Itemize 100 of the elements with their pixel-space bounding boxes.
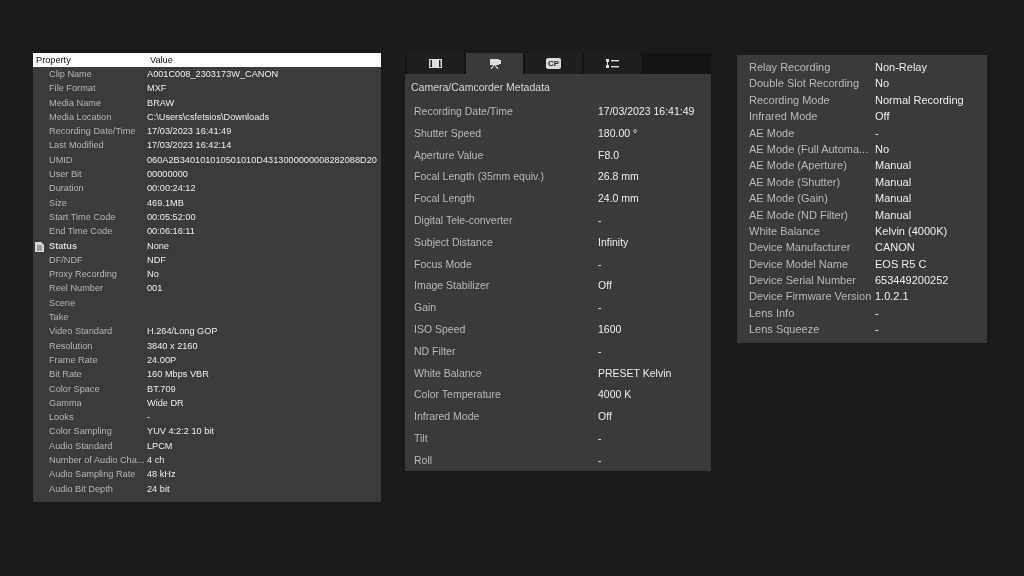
tab[interactable]: CP <box>525 53 582 74</box>
property-label: Audio Bit Depth <box>49 483 113 494</box>
property-value: H.264/Long GOP <box>147 325 218 339</box>
property-label: File Format <box>49 83 96 94</box>
tab[interactable] <box>466 53 523 75</box>
property-label: Double Slot Recording <box>749 76 861 92</box>
property-value: 17/03/2023 16:41:49 <box>147 125 232 139</box>
property-label: Focal Length <box>414 191 476 207</box>
property-value: - <box>598 452 602 468</box>
property-label: Device Firmware Version <box>749 289 873 305</box>
property-label: Recording Date/Time <box>414 104 514 119</box>
property-label: Digital Tele-converter <box>414 213 514 228</box>
property-label: Lens Squeeze <box>749 322 821 338</box>
property-label: Number of Audio Cha... <box>49 455 145 465</box>
property-value: No <box>875 76 890 92</box>
property-value: C:\Users\csfetsios\Downloads <box>147 110 270 124</box>
property-value: YUV 4:2:2 10 bit <box>147 425 214 439</box>
tab[interactable] <box>584 53 641 74</box>
property-value: 26.8 mm <box>598 169 639 185</box>
camera-icon <box>488 59 501 69</box>
property-label: Take <box>49 312 69 323</box>
property-label: Focal Length (35mm equiv.) <box>414 169 545 185</box>
property-label: End Time Code <box>49 226 113 237</box>
property-value: 24.0 mm <box>598 191 639 207</box>
property-value: CANON <box>875 240 915 256</box>
property-value: Infinity <box>598 234 629 250</box>
property-label: Proxy Recording <box>49 269 117 280</box>
property-label: AE Mode <box>749 125 796 141</box>
property-value: Manual <box>875 191 912 207</box>
property-label: Recording Date/Time <box>49 126 136 137</box>
property-value: LPCM <box>147 439 173 453</box>
property-value: - <box>598 430 602 446</box>
property-value: Non-Relay <box>875 60 927 75</box>
property-value: 00:00:24:12 <box>147 182 196 196</box>
property-value: Off <box>875 109 890 125</box>
property-value: Normal Recording <box>875 92 964 108</box>
property-label: Video Standard <box>49 326 113 337</box>
property-value: - <box>875 322 879 338</box>
list-icon <box>606 58 619 69</box>
property-value: - <box>598 300 602 316</box>
property-label: Last Modified <box>49 140 104 151</box>
property-value: BRAW <box>147 96 175 110</box>
property-value: 4000 K <box>598 387 632 403</box>
tab[interactable] <box>407 53 464 74</box>
property-value: No <box>147 268 159 282</box>
property-value: 00:05:52:00 <box>147 210 196 224</box>
property-value: A001C008_2303173W_CANON <box>147 68 279 81</box>
property-label: Duration <box>49 183 84 194</box>
property-label: Frame Rate <box>49 354 98 365</box>
property-value: EOS R5 C <box>875 256 927 272</box>
property-value: 17/03/2023 16:41:49 <box>598 104 695 119</box>
property-value: None <box>147 239 169 253</box>
property-label: DF/NDF <box>49 254 83 265</box>
property-value: 00:06:16:11 <box>147 225 195 239</box>
property-label: Scene <box>49 297 76 308</box>
property-label: Looks <box>49 412 74 423</box>
property-value: Manual <box>875 174 912 190</box>
property-value: No <box>875 141 890 157</box>
property-label: Resolution <box>49 340 93 351</box>
property-value: 24 bit <box>147 482 170 496</box>
property-label: Device Model Name <box>749 256 850 272</box>
property-label: Gamma <box>49 397 82 408</box>
property-value: Wide DR <box>147 396 184 410</box>
property-value: BT.709 <box>147 382 176 396</box>
property-label: Shutter Speed <box>414 125 483 141</box>
property-label: Size <box>49 197 67 208</box>
column-header: Property <box>35 54 72 67</box>
property-label: Reel Number <box>49 283 104 294</box>
property-label: Audio Standard <box>49 440 113 451</box>
property-value: - <box>598 343 602 359</box>
property-label: Gain <box>414 300 438 316</box>
property-label: White Balance <box>749 223 821 239</box>
property-label: Infrared Mode <box>749 109 819 125</box>
property-label: Color Sampling <box>49 426 112 437</box>
property-label: AE Mode (Gain) <box>749 191 829 207</box>
property-value: 060A2B340101010501010D4313000000008282088D20 <box>147 153 377 167</box>
property-label: Relay Recording <box>749 60 832 75</box>
property-value: - <box>875 125 879 141</box>
property-label: AE Mode (Full Automa... <box>749 141 870 157</box>
property-value: F8.0 <box>598 147 619 163</box>
property-value: - <box>875 305 879 321</box>
property-label: AE Mode (ND Filter) <box>749 207 850 223</box>
property-value: - <box>147 411 151 425</box>
property-label: Color Space <box>49 383 100 394</box>
property-label: Status <box>49 240 78 251</box>
property-label: User Bit <box>49 169 82 180</box>
property-label: Aperture Value <box>414 147 485 163</box>
property-label: Device Serial Number <box>749 273 857 289</box>
property-value: 00000000 <box>147 168 188 182</box>
property-value: PRESET Kelvin <box>598 365 672 381</box>
film-icon <box>429 58 442 69</box>
property-label: Roll <box>414 452 434 468</box>
property-label: ISO Speed <box>414 321 467 337</box>
property-label: Image Stabilizer <box>414 278 491 294</box>
property-label: Color Temperature <box>414 387 502 403</box>
property-value: 17/03/2023 16:42:14 <box>147 139 232 153</box>
property-value: 653449200252 <box>875 273 949 289</box>
property-value: - <box>598 256 602 272</box>
property-label: AE Mode (Shutter) <box>749 174 842 190</box>
property-label: Focus Mode <box>414 256 473 272</box>
